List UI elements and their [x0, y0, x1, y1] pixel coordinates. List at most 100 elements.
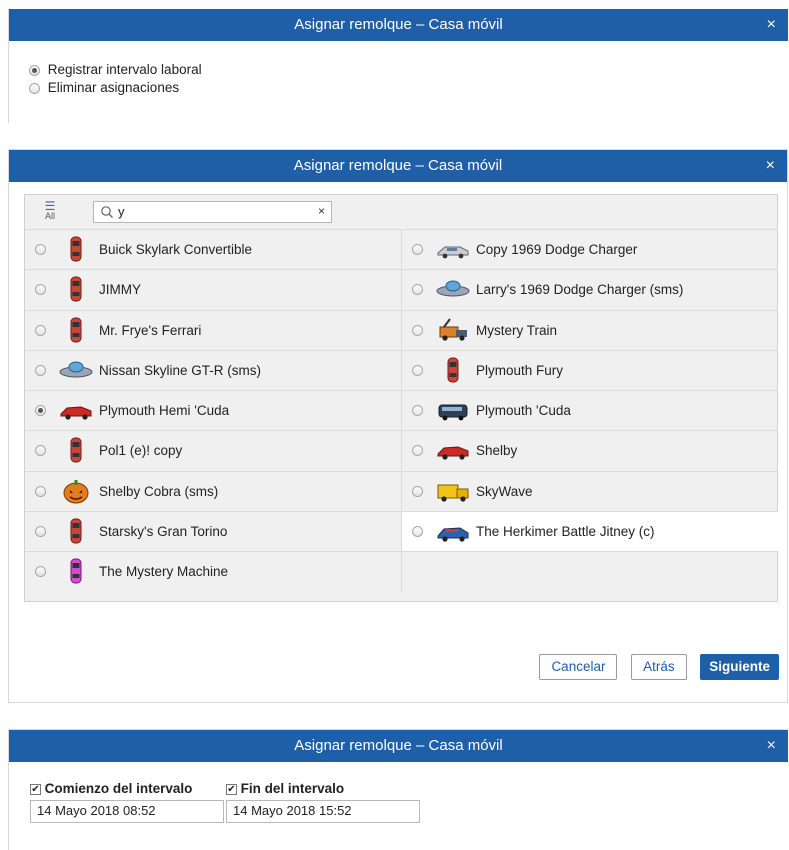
unit-item[interactable]: The Herkimer Battle Jitney (c) — [401, 512, 778, 552]
unit-radio[interactable] — [35, 324, 46, 336]
clear-search-icon[interactable]: × — [318, 204, 325, 218]
unit-radio[interactable] — [412, 445, 423, 457]
unit-grid: Buick Skylark Convertible Copy 1969 Dodge… — [25, 229, 778, 592]
unit-name: Starsky's Gran Torino — [99, 524, 228, 540]
unit-item[interactable]: SkyWave — [401, 471, 778, 512]
silver-car-icon — [437, 246, 469, 259]
unit-name: Pol1 (e)! copy — [99, 443, 183, 459]
unit-row: Shelby Cobra (sms) SkyWave — [25, 470, 778, 512]
red-sports-car-icon — [437, 446, 469, 461]
option-label: Eliminar asignaciones — [47, 80, 180, 95]
unit-item[interactable]: Buick Skylark Convertible — [25, 230, 401, 269]
empty-cell — [401, 552, 778, 592]
unit-radio[interactable] — [412, 485, 423, 497]
unit-name: Plymouth Fury — [476, 362, 564, 378]
red-car-top-icon — [70, 437, 82, 463]
start-label: Comienzo del intervalo — [44, 781, 193, 796]
unit-row: Buick Skylark Convertible Copy 1969 Dodge… — [25, 229, 778, 270]
option-delete-assignments[interactable]: Eliminar asignaciones — [29, 79, 788, 97]
unit-radio[interactable] — [35, 405, 46, 417]
red-car-top-icon — [70, 236, 82, 262]
unit-name: JIMMY — [99, 282, 141, 298]
dialog-title: Asignar remolque – Casa móvil — [294, 737, 503, 754]
unit-list-panel: ☰ All y × Buick Skylark Convertible Copy 1… — [24, 194, 778, 602]
interval-end-label-row[interactable]: ✔ Fin del intervalo — [226, 781, 344, 796]
dialog-titlebar: Asignar remolque – Casa móvil × — [9, 9, 788, 41]
unit-item[interactable]: Plymouth 'Cuda — [401, 391, 778, 431]
back-button[interactable]: Atrás — [631, 654, 687, 680]
close-icon[interactable]: × — [766, 150, 775, 182]
unit-item[interactable]: Mystery Train — [401, 310, 778, 350]
unit-item[interactable]: JIMMY — [25, 270, 401, 309]
start-checkbox[interactable]: ✔ — [30, 784, 41, 796]
unit-radio[interactable] — [412, 405, 423, 417]
pumpkin-icon — [63, 479, 89, 504]
yellow-truck-icon — [437, 484, 469, 502]
unit-radio[interactable] — [35, 526, 46, 538]
unit-item[interactable]: Pol1 (e)! copy — [25, 431, 401, 470]
red-sports-car-icon — [60, 406, 92, 420]
mode-options: Registrar intervalo laboral Eliminar asi… — [9, 41, 788, 97]
unit-radio[interactable] — [35, 244, 46, 255]
unit-radio[interactable] — [412, 526, 423, 538]
unit-name: SkyWave — [476, 483, 533, 499]
unit-name: The Mystery Machine — [99, 564, 229, 580]
unit-item[interactable]: Shelby — [401, 431, 778, 471]
unit-radio[interactable] — [35, 485, 46, 497]
unit-radio[interactable] — [35, 364, 46, 376]
search-value: y — [118, 204, 125, 219]
option-register-interval[interactable]: Registrar intervalo laboral — [29, 61, 788, 79]
unit-item[interactable]: The Mystery Machine — [25, 552, 401, 591]
end-datetime-input[interactable]: 14 Mayo 2018 15:52 — [226, 800, 420, 823]
search-icon — [101, 206, 113, 218]
unit-item[interactable]: Nissan Skyline GT-R (sms) — [25, 351, 401, 390]
tow-truck-icon — [439, 317, 467, 341]
next-button[interactable]: Siguiente — [700, 654, 779, 680]
unit-item[interactable]: Plymouth Fury — [401, 350, 778, 391]
unit-radio[interactable] — [412, 364, 423, 376]
unit-radio[interactable] — [412, 324, 423, 336]
start-datetime-input[interactable]: 14 Mayo 2018 08:52 — [30, 800, 224, 823]
unit-name: Buick Skylark Convertible — [99, 242, 253, 257]
unit-row: Starsky's Gran Torino The Herkimer Battle… — [25, 511, 778, 552]
red-car-top-icon — [70, 518, 82, 544]
unit-item[interactable]: Plymouth Hemi 'Cuda — [25, 391, 401, 430]
radio-delete-assignments[interactable] — [29, 82, 40, 94]
unit-radio[interactable] — [412, 244, 423, 255]
close-icon[interactable]: × — [767, 730, 776, 762]
unit-row: Nissan Skyline GT-R (sms) Plymouth Fury — [25, 349, 778, 391]
dialog-title: Asignar remolque – Casa móvil — [294, 16, 503, 33]
interval-start-label-row[interactable]: ✔ Comienzo del intervalo — [30, 781, 192, 796]
unit-item[interactable]: Copy 1969 Dodge Charger — [401, 230, 778, 270]
unit-item[interactable]: Starsky's Gran Torino — [25, 512, 401, 551]
dialog-interval: Asignar remolque – Casa móvil × ✔ Comien… — [8, 729, 788, 850]
unit-name: Mystery Train — [476, 322, 558, 338]
radio-register-interval[interactable] — [29, 64, 40, 76]
unit-name: Plymouth Hemi 'Cuda — [99, 403, 230, 419]
unit-name: The Herkimer Battle Jitney (c) — [476, 524, 655, 540]
unit-row: The Mystery Machine — [25, 551, 778, 592]
unit-name: Larry's 1969 Dodge Charger (sms) — [476, 282, 684, 298]
search-input[interactable]: y × — [93, 201, 332, 223]
unit-radio[interactable] — [35, 445, 46, 457]
unit-name: Plymouth 'Cuda — [476, 403, 571, 419]
cancel-button[interactable]: Cancelar — [539, 654, 618, 680]
unit-row: JIMMY Larry's 1969 Dodge Charger (sms) — [25, 269, 778, 310]
unit-row: Mr. Frye's Ferrari Mystery Train — [25, 309, 778, 350]
select-all-icon[interactable]: ☰ All — [41, 200, 59, 223]
blue-red-car-icon — [437, 527, 469, 542]
unit-name: Shelby Cobra (sms) — [99, 483, 219, 499]
close-icon[interactable]: × — [767, 9, 776, 41]
unit-item[interactable]: Larry's 1969 Dodge Charger (sms) — [401, 270, 778, 310]
list-toolbar: ☰ All y × — [25, 195, 777, 229]
unit-item[interactable]: Shelby Cobra (sms) — [25, 472, 401, 511]
bus-icon — [438, 404, 468, 421]
dialog-title: Asignar remolque – Casa móvil — [293, 157, 503, 174]
unit-radio[interactable] — [412, 284, 423, 296]
unit-item[interactable]: Mr. Frye's Ferrari — [25, 311, 401, 350]
unit-name: Shelby — [476, 443, 518, 459]
unit-radio[interactable] — [35, 566, 46, 578]
unit-radio[interactable] — [35, 284, 46, 296]
end-checkbox[interactable]: ✔ — [226, 784, 237, 796]
pink-car-top-icon — [70, 558, 82, 584]
